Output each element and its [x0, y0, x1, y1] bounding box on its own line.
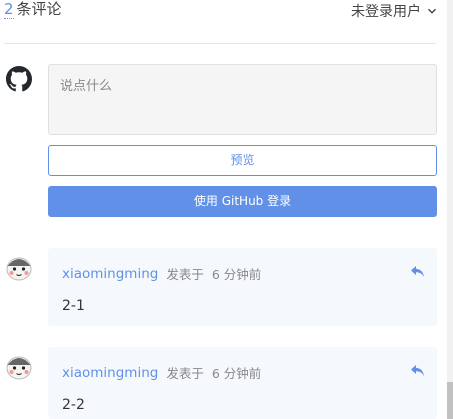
header-divider — [4, 43, 436, 44]
user-menu[interactable]: 未登录用户 — [351, 1, 437, 21]
github-login-button[interactable]: 使用 GitHub 登录 — [48, 186, 437, 217]
chevron-down-icon — [427, 8, 437, 14]
comment-input[interactable] — [48, 64, 437, 135]
comment-count-number[interactable]: 2 — [4, 1, 14, 19]
comment-time: 6 分钟前 — [211, 366, 262, 381]
reply-icon[interactable] — [410, 364, 425, 377]
reply-icon[interactable] — [410, 265, 425, 278]
comments-widget: 2 条评论 未登录用户 预览 使用 GitHub 登录 xiaomingming… — [0, 0, 453, 419]
comment-header: xiaomingming 发表于 6 分钟前 — [62, 264, 261, 283]
scrollbar-thumb[interactable] — [447, 382, 453, 419]
avatar — [6, 257, 32, 281]
comment-item: xiaomingming 发表于 6 分钟前 2-2 — [48, 347, 437, 419]
comment-author[interactable]: xiaomingming — [62, 266, 158, 282]
comment-time: 6 分钟前 — [211, 267, 262, 282]
comment-posted-label: 发表于 — [166, 267, 204, 282]
user-status-label: 未登录用户 — [351, 4, 421, 20]
scrollbar[interactable] — [447, 0, 453, 419]
comment-body: 2-1 — [62, 298, 85, 314]
avatar — [6, 356, 32, 380]
comment-body: 2-2 — [62, 397, 85, 413]
comments-header: 2 条评论 未登录用户 — [0, 0, 445, 24]
github-icon — [6, 66, 32, 92]
preview-button[interactable]: 预览 — [48, 145, 437, 176]
comment-posted-label: 发表于 — [166, 366, 204, 381]
comment-item: xiaomingming 发表于 6 分钟前 2-1 — [48, 248, 437, 326]
comment-author[interactable]: xiaomingming — [62, 365, 158, 381]
comment-count-label: 条评论 — [16, 0, 62, 18]
comment-count: 2 条评论 — [4, 1, 62, 19]
comment-header: xiaomingming 发表于 6 分钟前 — [62, 363, 261, 382]
